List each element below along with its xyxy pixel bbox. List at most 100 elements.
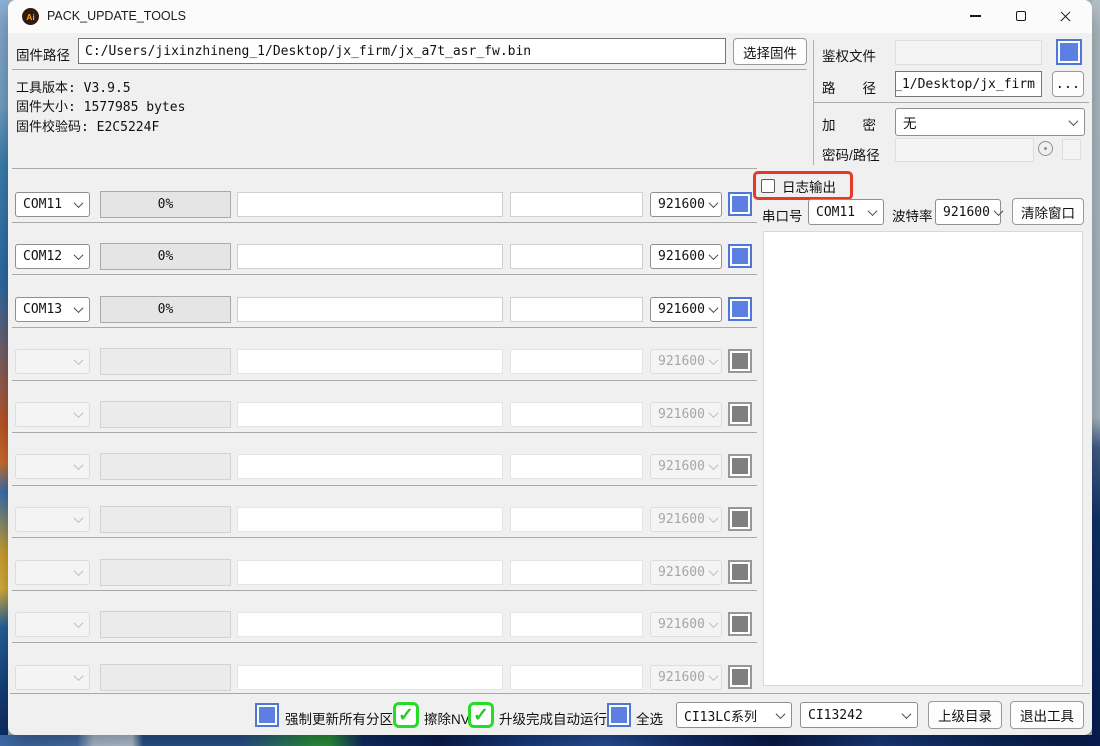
select-all-label: 全选 [636, 708, 663, 728]
row-checkbox[interactable] [728, 665, 752, 689]
info-field[interactable] [510, 244, 643, 269]
row-checkbox[interactable] [728, 612, 752, 636]
exit-tool-button[interactable]: 退出工具 [1010, 701, 1084, 729]
row-separator [12, 380, 757, 381]
chevron-down-icon [709, 408, 719, 418]
row-baud-select[interactable]: 921600 [650, 665, 722, 690]
port-row: 921600 [8, 401, 768, 428]
row-checkbox[interactable] [728, 244, 752, 268]
row-checkbox[interactable] [728, 192, 752, 216]
progress-label: 0% [158, 197, 174, 212]
row-baud-select[interactable]: 921600 [650, 507, 722, 532]
baud-rate-label: 波特率 [892, 205, 933, 225]
chevron-down-icon [74, 513, 84, 523]
select-firmware-button[interactable]: 选择固件 [733, 38, 807, 65]
status-field[interactable] [237, 560, 503, 585]
chevron-down-icon [1069, 116, 1079, 126]
status-field[interactable] [237, 192, 503, 217]
auth-file-checkbox[interactable] [1056, 39, 1082, 65]
browse-button[interactable]: ... [1052, 71, 1084, 97]
row-separator [12, 537, 757, 538]
row-baud-select[interactable]: 921600 [650, 454, 722, 479]
minimize-button[interactable] [953, 1, 998, 31]
com-port-select[interactable] [15, 402, 90, 427]
maximize-button[interactable] [998, 1, 1043, 31]
encrypt-select[interactable]: 无 [895, 108, 1085, 136]
select-all-checkbox[interactable] [607, 703, 631, 727]
info-field[interactable] [510, 454, 643, 479]
status-field[interactable] [237, 297, 503, 322]
row-baud-select[interactable]: 921600 [650, 612, 722, 637]
parent-directory-button[interactable]: 上级目录 [928, 701, 1002, 729]
row-checkbox[interactable] [728, 402, 752, 426]
log-output-area[interactable] [763, 231, 1083, 686]
row-checkbox[interactable] [728, 454, 752, 478]
clear-window-button[interactable]: 清除窗口 [1012, 198, 1084, 225]
auth-path-value: .neng_1/Desktop/jx_firm [895, 77, 1035, 92]
firmware-checksum-text: 固件校验码: E2C5224F [16, 116, 159, 135]
force-update-checkbox[interactable] [255, 703, 279, 727]
status-field[interactable] [237, 507, 503, 532]
auth-file-input[interactable] [895, 40, 1042, 65]
auto-run-checkbox[interactable]: ✓ [468, 702, 494, 728]
com-port-select[interactable] [15, 349, 90, 374]
password-path-label: 密码/路径 [822, 144, 880, 164]
com-port-select[interactable]: COM13 [15, 297, 90, 322]
chevron-down-icon [709, 566, 719, 576]
row-checkbox[interactable] [728, 297, 752, 321]
row-baud-select[interactable]: 921600 [650, 297, 722, 322]
row-baud-value: 921600 [658, 407, 705, 422]
status-field[interactable] [237, 244, 503, 269]
info-field[interactable] [510, 507, 643, 532]
com-port-select[interactable] [15, 454, 90, 479]
row-checkbox[interactable] [728, 560, 752, 584]
row-baud-value: 921600 [658, 617, 705, 632]
com-port-select[interactable] [15, 560, 90, 585]
port-row: 921600 [8, 664, 768, 691]
row-checkbox[interactable] [728, 349, 752, 373]
row-baud-select[interactable]: 921600 [650, 244, 722, 269]
status-field[interactable] [237, 402, 503, 427]
serial-port-label: 串口号 [762, 205, 803, 225]
window-title: PACK_UPDATE_TOOLS [47, 9, 186, 23]
info-field[interactable] [510, 402, 643, 427]
info-field[interactable] [510, 192, 643, 217]
row-baud-select[interactable]: 921600 [650, 560, 722, 585]
com-port-select[interactable]: COM12 [15, 244, 90, 269]
row-baud-select[interactable]: 921600 [650, 192, 722, 217]
info-field[interactable] [510, 297, 643, 322]
com-port-select[interactable]: COM11 [15, 192, 90, 217]
com-port-select[interactable] [15, 507, 90, 532]
row-baud-value: 921600 [658, 302, 705, 317]
series-select[interactable]: CI13LC系列 [676, 702, 792, 728]
firmware-path-input[interactable]: C:/Users/jixinzhineng_1/Desktop/jx_firm/… [78, 38, 726, 64]
row-checkbox[interactable] [728, 507, 752, 531]
info-field[interactable] [510, 349, 643, 374]
auth-path-input[interactable]: .neng_1/Desktop/jx_firm [895, 71, 1042, 97]
row-baud-select[interactable]: 921600 [650, 402, 722, 427]
info-field[interactable] [510, 665, 643, 690]
status-field[interactable] [237, 454, 503, 479]
status-field[interactable] [237, 612, 503, 637]
baud-rate-select[interactable]: 921600 [935, 199, 1001, 225]
firmware-path-label: 固件路径 [16, 44, 70, 64]
status-field[interactable] [237, 665, 503, 690]
com-port-select[interactable] [15, 612, 90, 637]
status-field[interactable] [237, 349, 503, 374]
titlebar[interactable]: Ai PACK_UPDATE_TOOLS [8, 0, 1092, 33]
row-baud-select[interactable]: 921600 [650, 349, 722, 374]
close-button[interactable] [1043, 1, 1088, 31]
chevron-down-icon [74, 355, 84, 365]
com-port-select[interactable] [15, 665, 90, 690]
erase-nv-checkbox[interactable]: ✓ [393, 702, 419, 728]
password-path-input[interactable] [895, 138, 1034, 162]
password-extra-button[interactable] [1062, 139, 1081, 160]
serial-port-select[interactable]: COM11 [808, 199, 884, 225]
row-separator [12, 590, 757, 591]
com-port-value: COM13 [23, 302, 62, 317]
info-field[interactable] [510, 560, 643, 585]
reveal-password-icon[interactable] [1038, 141, 1053, 156]
info-field[interactable] [510, 612, 643, 637]
desktop-left-strip [0, 0, 8, 746]
model-select[interactable]: CI13242 [800, 702, 918, 728]
